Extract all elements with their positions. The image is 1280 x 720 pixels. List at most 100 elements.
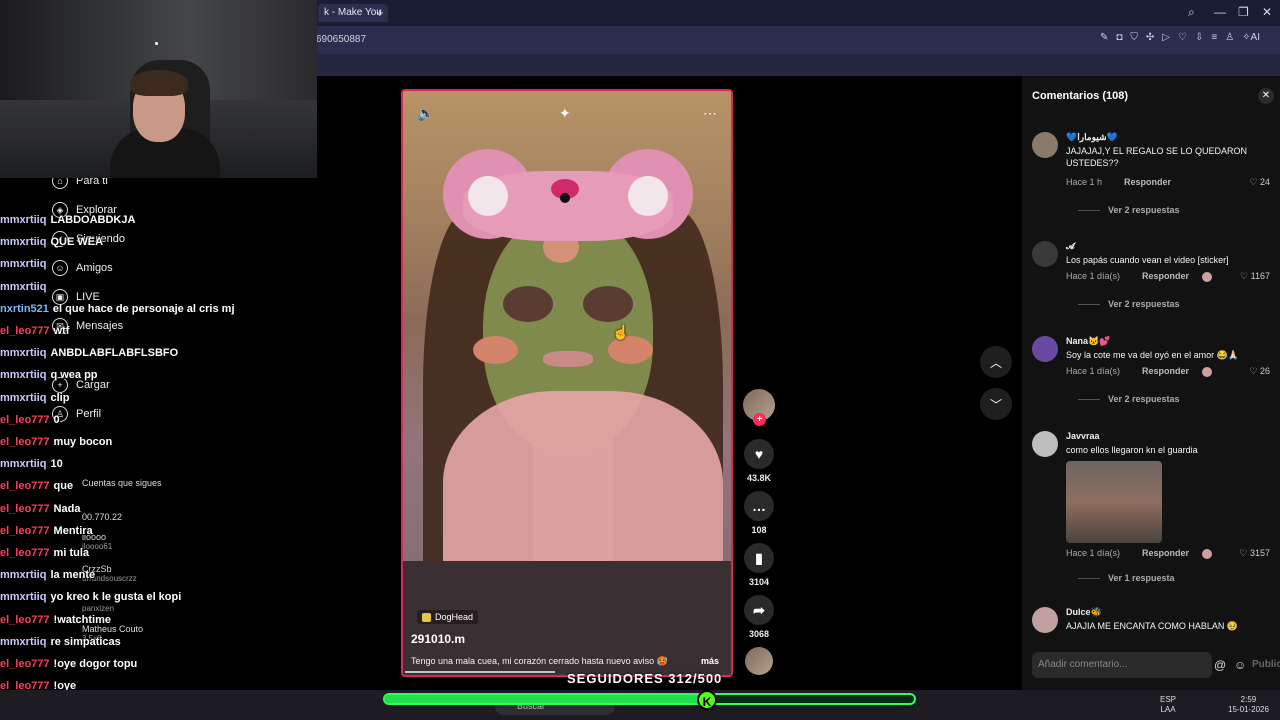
comment-author[interactable]: Dulce🐝 <box>1066 607 1102 618</box>
chat-username[interactable]: mmxrtiiq <box>0 591 46 603</box>
chat-username[interactable]: mmxrtiiq <box>0 636 46 648</box>
chat-username[interactable]: el_leo777 <box>0 614 50 626</box>
comment-author[interactable]: 𝓐 <box>1066 241 1075 252</box>
comment-like-button[interactable]: ♡ 3157 <box>1239 548 1270 559</box>
comment-button[interactable]: … 108 <box>742 491 776 535</box>
save-button[interactable]: ▮ 3104 <box>742 543 776 587</box>
chat-text: q wea pp <box>50 369 98 382</box>
download-icon[interactable]: ⇩ <box>1195 32 1203 43</box>
volume-icon[interactable]: 🔈 <box>417 105 434 122</box>
video-progress[interactable] <box>405 671 555 673</box>
chat-username[interactable]: el_leo777 <box>0 658 50 670</box>
comment-author[interactable]: Nana🐱💕 <box>1066 336 1110 347</box>
chat-username[interactable]: el_leo777 <box>0 525 50 537</box>
clock[interactable]: 2:59 15-01-2026 <box>1228 695 1269 715</box>
reply-button[interactable]: Responder <box>1124 177 1171 187</box>
chat-username[interactable]: mmxrtiiq <box>0 347 46 359</box>
url-text[interactable]: 690650887 <box>316 34 366 45</box>
chat-username[interactable]: mmxrtiiq <box>0 392 46 404</box>
chat-username[interactable]: mmxrtiiq <box>0 458 46 470</box>
publish-button[interactable]: Publicar <box>1252 659 1280 670</box>
chat-username[interactable]: el_leo777 <box>0 503 50 515</box>
previous-video-button[interactable]: ︿ <box>980 346 1012 378</box>
share-button[interactable]: ➦ 3068 <box>742 595 776 639</box>
mention-icon[interactable]: @ <box>1214 658 1226 672</box>
chat-username[interactable]: el_leo777 <box>0 414 50 426</box>
comment-like-button[interactable]: ♡ 24 <box>1249 177 1270 188</box>
nav-item-amigos[interactable]: ☺ Amigos <box>52 260 113 276</box>
emoji-icon[interactable]: ☺ <box>1234 658 1246 672</box>
comment-text: Soy la cote me va del oyó en el amor 😂🙏🏻 <box>1066 350 1239 360</box>
effects-icon[interactable]: ✦ <box>559 105 571 122</box>
chat-username[interactable]: mmxrtiiq <box>0 214 46 226</box>
avatar[interactable] <box>1032 431 1058 457</box>
chat-text: QUE WEA <box>50 236 104 249</box>
follow-plus-icon[interactable]: + <box>753 413 766 426</box>
language-indicator[interactable]: ESP LAA <box>1160 695 1176 715</box>
comment-author[interactable]: 💙شيومارا💙 <box>1066 132 1118 143</box>
chat-message: mmxrtiiq la mente <box>0 569 95 581</box>
view-replies-button[interactable]: Ver 2 respuestas <box>1078 394 1180 404</box>
sound-avatar[interactable] <box>742 647 776 675</box>
shield-icon[interactable]: ⛉ <box>1130 32 1138 43</box>
next-video-button[interactable]: ﹀ <box>980 388 1012 420</box>
comment-meta: Hace 1 día(s) Responder <box>1066 548 1190 558</box>
heart-outline-icon: ♡ <box>1240 271 1249 281</box>
more-options-icon[interactable]: ⋯ <box>703 105 717 122</box>
reply-button[interactable]: Responder <box>1142 366 1189 376</box>
like-button[interactable]: ♥ 43.8K <box>742 439 776 483</box>
view-replies-button[interactable]: Ver 2 respuestas <box>1078 299 1180 309</box>
ai-icon[interactable]: ✧AI <box>1242 32 1260 43</box>
edit-icon[interactable]: ✎ <box>1100 32 1108 43</box>
chat-username[interactable]: mmxrtiiq <box>0 569 46 581</box>
heart-icon[interactable]: ♡ <box>1178 32 1187 43</box>
comment-input[interactable]: Añadir comentario... <box>1032 652 1212 678</box>
view-replies-button[interactable]: Ver 1 respuesta <box>1078 573 1175 583</box>
avatar[interactable] <box>1032 241 1058 267</box>
followers-goal-label: SEGUIDORES 312/500 <box>567 671 723 686</box>
comment-text: JAJAJAJ,Y EL REGALO SE LO QUEDARON USTED… <box>1066 146 1248 168</box>
chat-username[interactable]: el_leo777 <box>0 480 50 492</box>
caption-more-link[interactable]: más <box>701 656 719 666</box>
chat-username[interactable]: mmxrtiiq <box>0 258 46 270</box>
video-headband-dot <box>560 193 570 203</box>
comment-like-button[interactable]: ♡ 1167 <box>1240 271 1270 282</box>
new-tab-button[interactable]: + <box>376 5 384 20</box>
chat-username[interactable]: mmxrtiiq <box>0 236 46 248</box>
chat-message: el_leo777 muy bocon <box>0 436 112 448</box>
followed-account[interactable]: 00.770.22 <box>82 512 122 522</box>
chat-username[interactable]: mmxrtiiq <box>0 281 46 293</box>
play-icon[interactable]: ▷ <box>1162 32 1170 43</box>
extension-icon[interactable]: ✣ <box>1146 32 1154 43</box>
comment-like-button[interactable]: ♡ 26 <box>1249 366 1270 377</box>
effect-badge[interactable]: DogHead <box>417 610 479 624</box>
chat-username[interactable]: el_leo777 <box>0 325 50 337</box>
search-icon[interactable]: ⌕ <box>1188 5 1195 20</box>
reply-button[interactable]: Responder <box>1142 271 1189 281</box>
chat-message: mmxrtiiq ANBDLABFLABFLSBFO <box>0 347 178 359</box>
avatar[interactable] <box>1032 132 1058 158</box>
comment-author[interactable]: Javvraa <box>1066 431 1100 441</box>
minimize-icon[interactable]: — <box>1214 5 1226 19</box>
camera-icon[interactable]: ◘ <box>1116 32 1122 43</box>
video-player[interactable]: 🔈 ✦ ⋯ DogHead 291010.m Tengo una mala cu… <box>401 89 733 677</box>
restore-icon[interactable]: ❐ <box>1238 5 1249 19</box>
close-comments-button[interactable]: ✕ <box>1258 88 1274 104</box>
avatar[interactable] <box>1032 607 1058 633</box>
chat-username[interactable]: el_leo777 <box>0 436 50 448</box>
avatar[interactable] <box>1032 336 1058 362</box>
view-replies-button[interactable]: Ver 2 respuestas <box>1078 205 1180 215</box>
account-icon[interactable]: ♙ <box>1225 32 1234 43</box>
chat-username[interactable]: el_leo777 <box>0 547 50 559</box>
chat-username[interactable]: mmxrtiiq <box>0 369 46 381</box>
video-ear-inner-right <box>628 176 668 216</box>
followed-account[interactable]: panxizen <box>82 604 114 614</box>
reply-button[interactable]: Responder <box>1142 548 1189 558</box>
creator-avatar[interactable]: + <box>742 389 776 426</box>
close-window-icon[interactable]: ✕ <box>1262 5 1272 19</box>
menu-icon[interactable]: ≡ <box>1211 32 1217 43</box>
chat-username[interactable]: nxrtin521 <box>0 303 49 315</box>
video-username[interactable]: 291010.m <box>411 632 465 646</box>
comment-sticker-image[interactable] <box>1066 461 1162 543</box>
video-caption: Tengo una mala cuea, mi corazón cerrado … <box>411 656 668 666</box>
